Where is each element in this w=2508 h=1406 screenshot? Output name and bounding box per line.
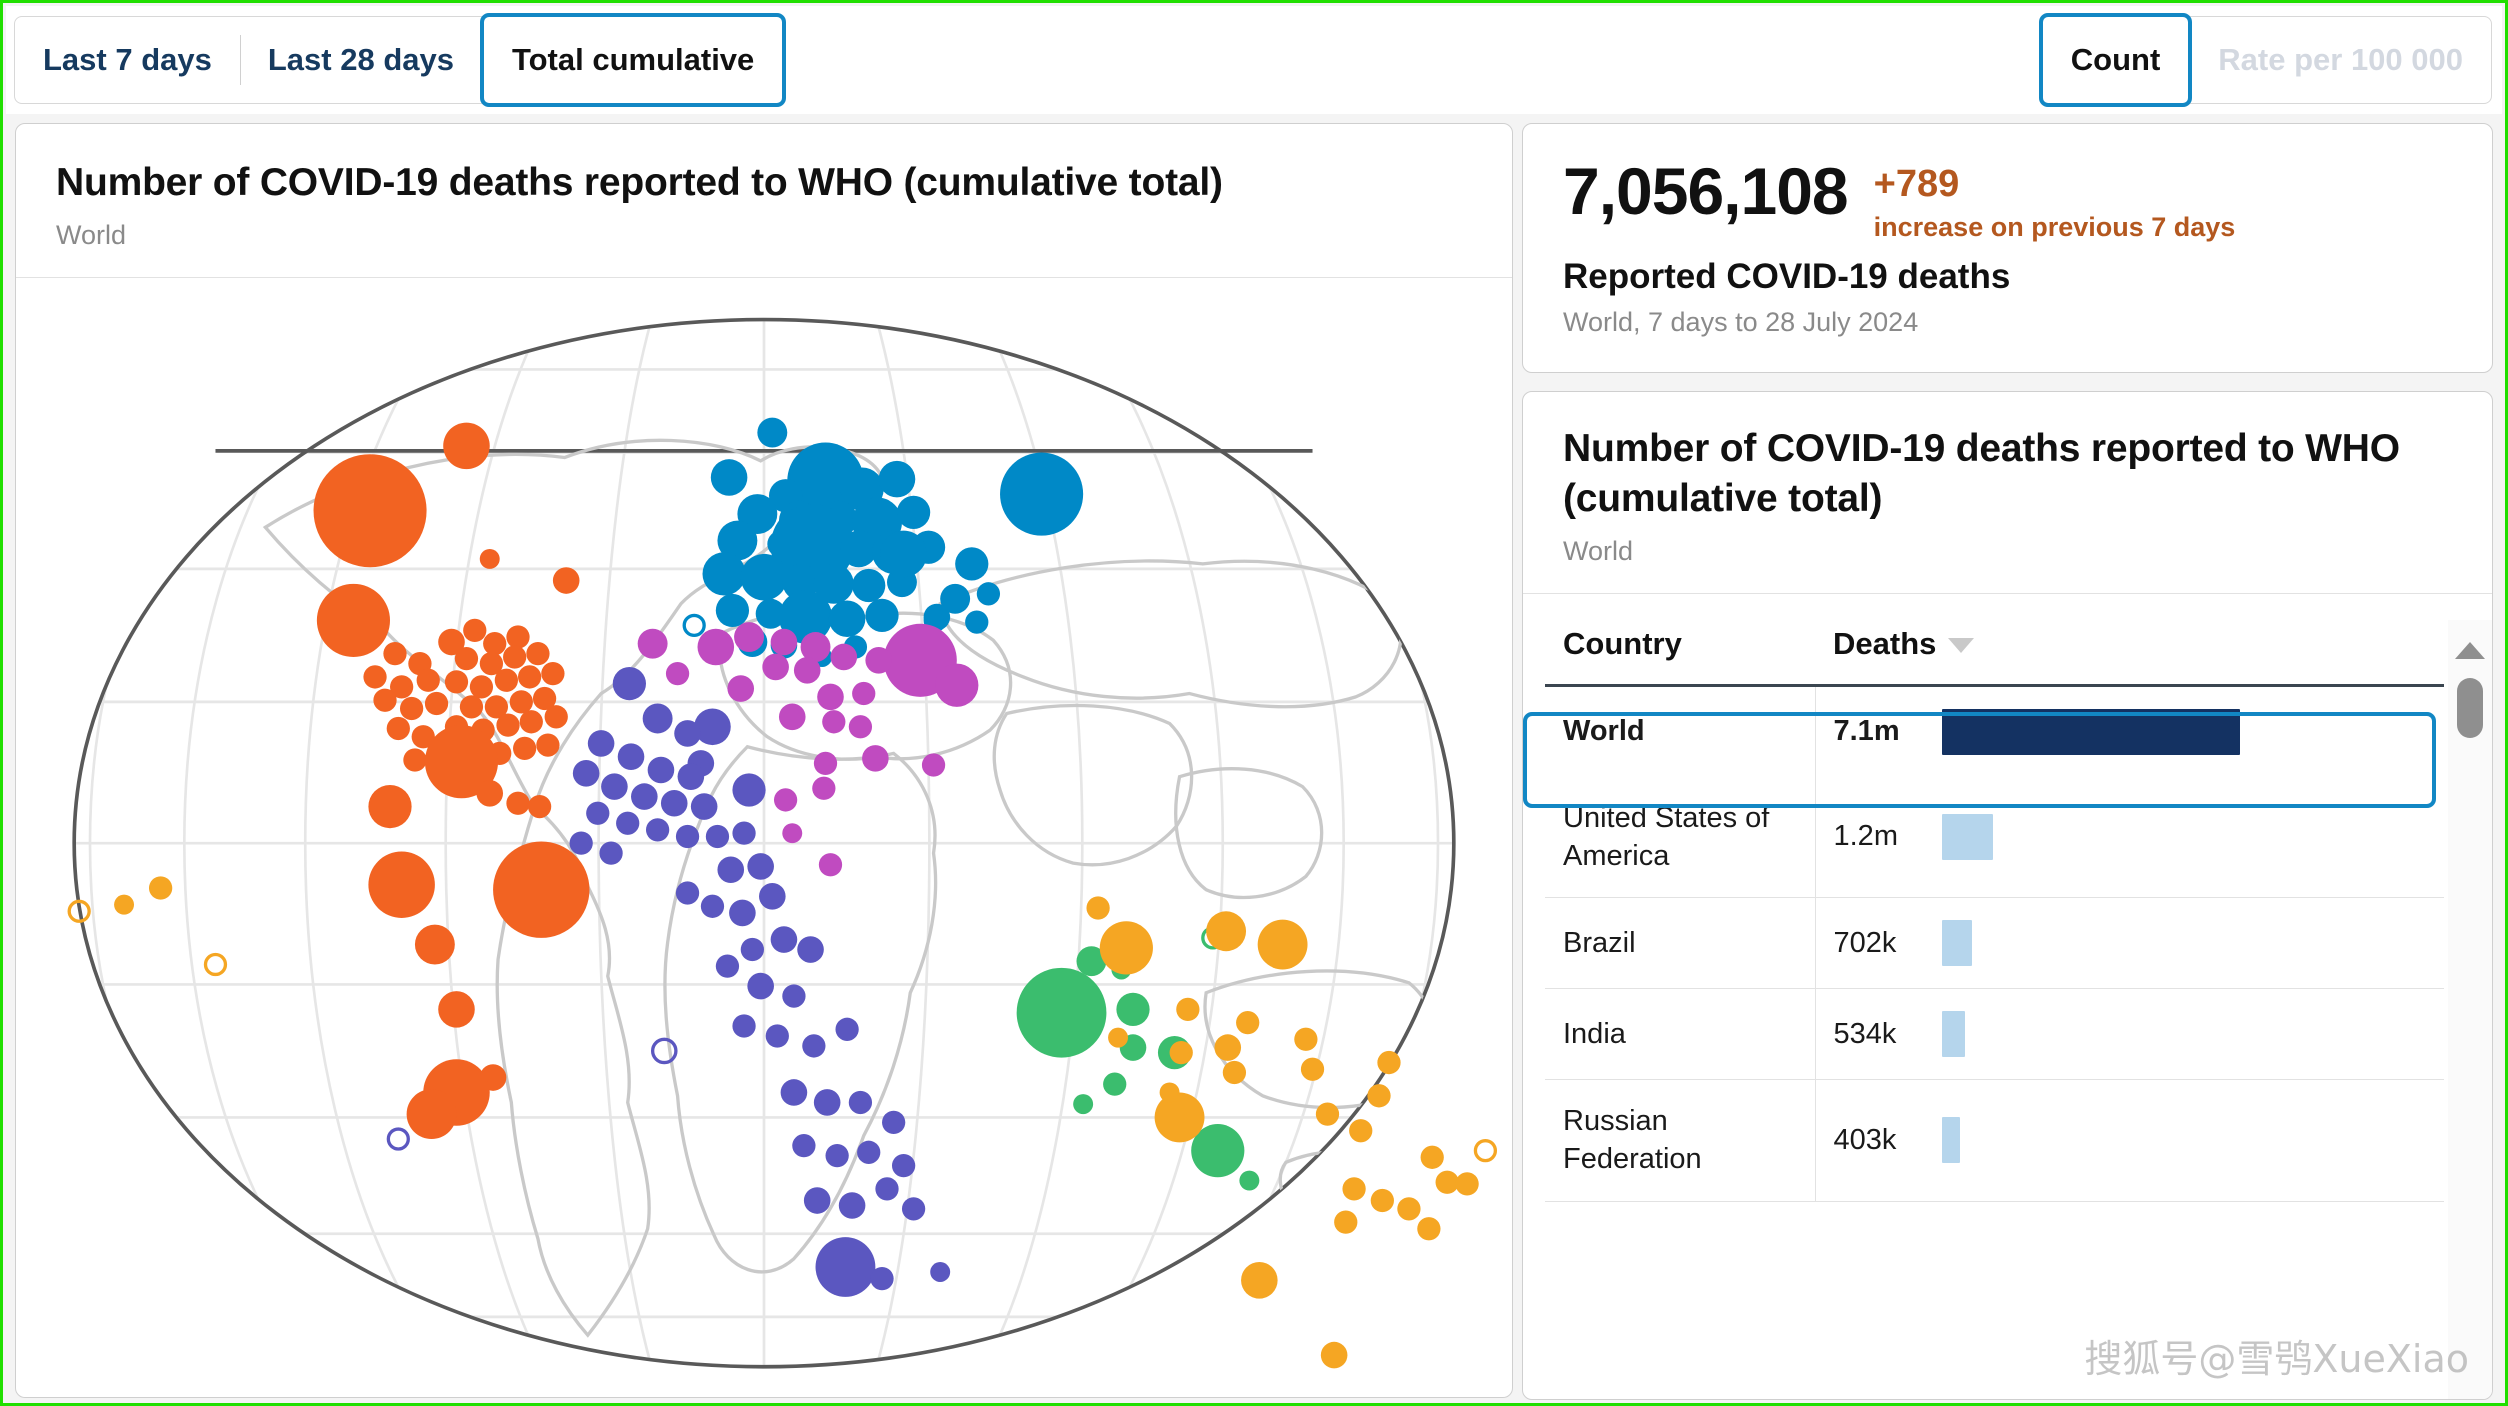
graticule bbox=[74, 319, 1454, 1367]
deaths-value: 1.2m bbox=[1833, 820, 1898, 853]
country-table-card: Number of COVID-19 deaths reported to WH… bbox=[1522, 390, 2493, 1400]
table-row[interactable]: United States of America 1.2m bbox=[1545, 776, 2444, 899]
map-plot-area[interactable] bbox=[16, 278, 1512, 1398]
cell-country: India bbox=[1545, 988, 1816, 1081]
column-header-country[interactable]: Country bbox=[1545, 619, 1815, 687]
deaths-table: Country Deaths World 7.1m United States … bbox=[1545, 619, 2444, 1202]
table-row[interactable]: Brazil 702k bbox=[1545, 897, 2444, 990]
cell-deaths: 7.1m bbox=[1815, 685, 2444, 777]
map-title: Number of COVID-19 deaths reported to WH… bbox=[56, 161, 1223, 204]
stat-subtitle: World, 7 days to 28 July 2024 bbox=[1563, 306, 1919, 337]
top-toolbar: Last 7 days Last 28 days Total cumulativ… bbox=[6, 6, 2502, 114]
period-tab-group: Last 7 days Last 28 days Total cumulativ… bbox=[14, 13, 787, 107]
sidebar-column: 7,056,108 +789 increase on previous 7 da… bbox=[1522, 114, 2502, 1400]
delta-note: increase on previous 7 days bbox=[1873, 211, 2236, 242]
value-with-bar: 7.1m bbox=[1833, 708, 2427, 755]
map-subtitle: World bbox=[56, 219, 127, 250]
value-with-bar: 1.2m bbox=[1833, 813, 2427, 860]
cell-deaths: 1.2m bbox=[1815, 776, 2444, 899]
main-content: Number of COVID-19 deaths reported to WH… bbox=[6, 114, 2502, 1400]
app-viewport: Last 7 days Last 28 days Total cumulativ… bbox=[0, 0, 2508, 1406]
deaths-value: 534k bbox=[1833, 1017, 1897, 1050]
deaths-value: 702k bbox=[1833, 926, 1897, 959]
map-column: Number of COVID-19 deaths reported to WH… bbox=[6, 114, 1522, 1400]
delta-value: +789 bbox=[1873, 163, 1960, 205]
value-with-bar: 702k bbox=[1833, 920, 2427, 967]
delta-block: +789 increase on previous 7 days bbox=[1874, 158, 2236, 243]
total-deaths-value: 7,056,108 bbox=[1563, 154, 1849, 228]
deaths-bar bbox=[1941, 1011, 1965, 1058]
deaths-bar bbox=[1941, 1117, 1960, 1164]
cell-deaths: 702k bbox=[1815, 897, 2444, 990]
sort-descending-icon[interactable] bbox=[1948, 637, 1975, 653]
table-row[interactable]: India 534k bbox=[1545, 988, 2444, 1081]
table-scrollbar[interactable] bbox=[2448, 619, 2492, 1399]
cell-deaths: 534k bbox=[1815, 988, 2444, 1081]
stat-top-row: 7,056,108 +789 increase on previous 7 da… bbox=[1563, 154, 2452, 243]
tab-last-7-days[interactable]: Last 7 days bbox=[15, 17, 240, 103]
deaths-bar bbox=[1941, 920, 1972, 967]
value-with-bar: 534k bbox=[1833, 1011, 2427, 1058]
table-head-row: Country Deaths bbox=[1545, 619, 2444, 687]
measure-tab-group: Count Rate per 100 000 bbox=[2038, 13, 2492, 107]
scroll-up-arrow-icon[interactable] bbox=[2455, 641, 2485, 659]
stat-label: Reported COVID-19 deaths bbox=[1563, 256, 2011, 296]
tab-rate-per-100000[interactable]: Rate per 100 000 bbox=[2190, 17, 2491, 103]
column-header-deaths-label: Deaths bbox=[1833, 625, 1937, 661]
cell-country: Brazil bbox=[1545, 897, 1816, 990]
deaths-value: 403k bbox=[1833, 1123, 1897, 1156]
table-row[interactable]: World 7.1m bbox=[1545, 685, 2444, 777]
table-row[interactable]: Russian Federation 403k bbox=[1545, 1079, 2444, 1202]
deaths-value: 7.1m bbox=[1833, 715, 1900, 748]
value-with-bar: 403k bbox=[1833, 1117, 2427, 1164]
table-body-container: Country Deaths World 7.1m United States … bbox=[1523, 619, 2444, 1399]
table-body: World 7.1m United States of America 1.2m… bbox=[1545, 685, 2444, 1202]
cell-deaths: 403k bbox=[1815, 1079, 2444, 1202]
world-bubble-map[interactable] bbox=[16, 278, 1512, 1398]
tab-last-28-days[interactable]: Last 28 days bbox=[239, 17, 482, 103]
scrollbar-thumb[interactable] bbox=[2457, 677, 2483, 738]
tab-count[interactable]: Count bbox=[2038, 13, 2193, 107]
cell-country: United States of America bbox=[1545, 776, 1816, 899]
cell-country: World bbox=[1545, 685, 1816, 777]
table-header-block: Number of COVID-19 deaths reported to WH… bbox=[1523, 392, 2492, 594]
map-header: Number of COVID-19 deaths reported to WH… bbox=[16, 124, 1512, 278]
table-scroll-region: Country Deaths World 7.1m United States … bbox=[1523, 594, 2492, 1399]
summary-stat-card: 7,056,108 +789 increase on previous 7 da… bbox=[1522, 123, 2493, 373]
map-card: Number of COVID-19 deaths reported to WH… bbox=[15, 123, 1513, 1398]
cell-country: Russian Federation bbox=[1545, 1079, 1816, 1202]
column-header-deaths[interactable]: Deaths bbox=[1815, 619, 2444, 687]
tab-total-cumulative[interactable]: Total cumulative bbox=[479, 13, 787, 107]
table-subtitle: World bbox=[1563, 535, 1634, 566]
table-title: Number of COVID-19 deaths reported to WH… bbox=[1563, 426, 2400, 520]
deaths-bar bbox=[1941, 813, 1993, 860]
bubbles-wp-outline bbox=[1473, 1138, 1498, 1163]
deaths-bar bbox=[1941, 708, 2240, 755]
